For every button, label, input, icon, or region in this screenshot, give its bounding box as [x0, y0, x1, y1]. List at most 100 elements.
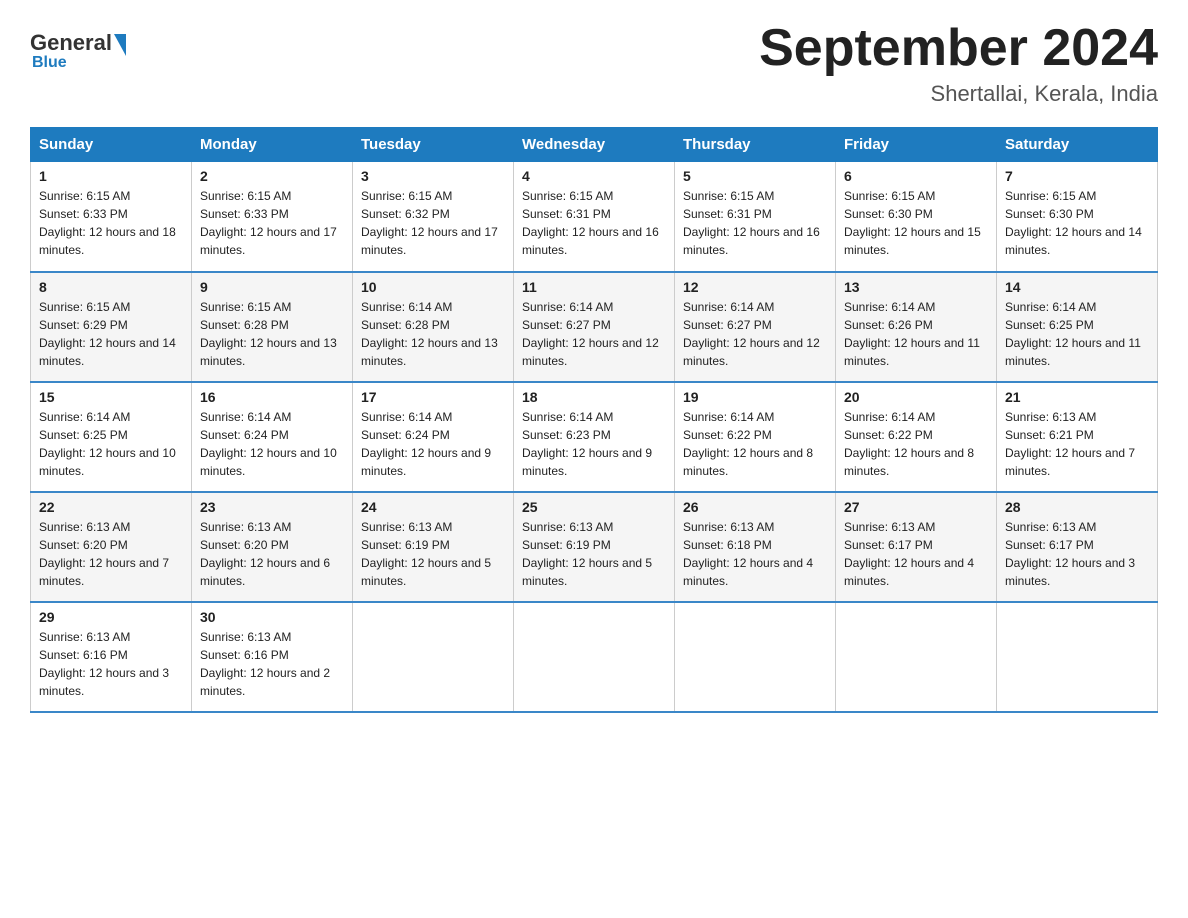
- calendar-cell: 20 Sunrise: 6:14 AMSunset: 6:22 PMDayligh…: [836, 382, 997, 492]
- day-info: Sunrise: 6:13 AMSunset: 6:19 PMDaylight:…: [522, 518, 666, 590]
- calendar-cell: 24 Sunrise: 6:13 AMSunset: 6:19 PMDayligh…: [353, 492, 514, 602]
- calendar-cell: 5Sunrise: 6:15 AMSunset: 6:31 PMDaylight…: [675, 162, 836, 272]
- day-number: 19: [683, 389, 827, 405]
- weekday-header-tuesday: Tuesday: [353, 128, 514, 162]
- day-number: 28: [1005, 499, 1149, 515]
- day-number: 9: [200, 279, 344, 295]
- day-number: 24: [361, 499, 505, 515]
- day-info: Sunrise: 6:14 AMSunset: 6:25 PMDaylight:…: [1005, 298, 1149, 370]
- calendar-cell: 12Sunrise: 6:14 AMSunset: 6:27 PMDayligh…: [675, 272, 836, 382]
- calendar-cell: [675, 602, 836, 712]
- day-info: Sunrise: 6:13 AMSunset: 6:16 PMDaylight:…: [200, 628, 344, 700]
- day-info: Sunrise: 6:14 AMSunset: 6:23 PMDaylight:…: [522, 408, 666, 480]
- weekday-header-sunday: Sunday: [31, 128, 192, 162]
- logo: General Blue: [30, 30, 128, 72]
- day-number: 7: [1005, 168, 1149, 184]
- day-info: Sunrise: 6:15 AMSunset: 6:30 PMDaylight:…: [844, 187, 988, 259]
- weekday-header-friday: Friday: [836, 128, 997, 162]
- calendar-cell: 21 Sunrise: 6:13 AMSunset: 6:21 PMDayligh…: [997, 382, 1158, 492]
- day-info: Sunrise: 6:15 AMSunset: 6:31 PMDaylight:…: [522, 187, 666, 259]
- day-number: 16: [200, 389, 344, 405]
- day-number: 11: [522, 279, 666, 295]
- calendar-cell: 9 Sunrise: 6:15 AMSunset: 6:28 PMDaylight…: [192, 272, 353, 382]
- calendar-cell: 4 Sunrise: 6:15 AMSunset: 6:31 PMDaylight…: [514, 162, 675, 272]
- calendar-cell: 2 Sunrise: 6:15 AMSunset: 6:33 PMDaylight…: [192, 162, 353, 272]
- day-info: Sunrise: 6:14 AMSunset: 6:25 PMDaylight:…: [39, 408, 183, 480]
- weekday-header-monday: Monday: [192, 128, 353, 162]
- calendar-cell: 10 Sunrise: 6:14 AMSunset: 6:28 PMDayligh…: [353, 272, 514, 382]
- calendar-cell: 28 Sunrise: 6:13 AMSunset: 6:17 PMDayligh…: [997, 492, 1158, 602]
- calendar-cell: 11 Sunrise: 6:14 AMSunset: 6:27 PMDayligh…: [514, 272, 675, 382]
- day-number: 4: [522, 168, 666, 184]
- day-info: Sunrise: 6:13 AMSunset: 6:18 PMDaylight:…: [683, 518, 827, 590]
- day-info: Sunrise: 6:14 AMSunset: 6:22 PMDaylight:…: [844, 408, 988, 480]
- calendar-cell: 8Sunrise: 6:15 AMSunset: 6:29 PMDaylight…: [31, 272, 192, 382]
- day-number: 14: [1005, 279, 1149, 295]
- day-number: 10: [361, 279, 505, 295]
- weekday-header-wednesday: Wednesday: [514, 128, 675, 162]
- day-number: 13: [844, 279, 988, 295]
- calendar-cell: [836, 602, 997, 712]
- logo-blue-text: Blue: [32, 54, 67, 72]
- calendar-cell: 23Sunrise: 6:13 AMSunset: 6:20 PMDayligh…: [192, 492, 353, 602]
- calendar-cell: 26 Sunrise: 6:13 AMSunset: 6:18 PMDayligh…: [675, 492, 836, 602]
- day-number: 29: [39, 609, 183, 625]
- day-number: 30: [200, 609, 344, 625]
- day-number: 26: [683, 499, 827, 515]
- calendar-cell: 7 Sunrise: 6:15 AMSunset: 6:30 PMDaylight…: [997, 162, 1158, 272]
- day-info: Sunrise: 6:13 AMSunset: 6:20 PMDaylight:…: [200, 518, 344, 590]
- day-info: Sunrise: 6:15 AMSunset: 6:30 PMDaylight:…: [1005, 187, 1149, 259]
- calendar-cell: 16 Sunrise: 6:14 AMSunset: 6:24 PMDayligh…: [192, 382, 353, 492]
- location-title: Shertallai, Kerala, India: [759, 81, 1158, 107]
- calendar-week-row: 15Sunrise: 6:14 AMSunset: 6:25 PMDayligh…: [31, 382, 1158, 492]
- day-info: Sunrise: 6:14 AMSunset: 6:22 PMDaylight:…: [683, 408, 827, 480]
- calendar-week-row: 29 Sunrise: 6:13 AMSunset: 6:16 PMDayligh…: [31, 602, 1158, 712]
- day-number: 2: [200, 168, 344, 184]
- day-number: 8: [39, 279, 183, 295]
- day-number: 17: [361, 389, 505, 405]
- calendar-cell: 27 Sunrise: 6:13 AMSunset: 6:17 PMDayligh…: [836, 492, 997, 602]
- day-info: Sunrise: 6:14 AMSunset: 6:24 PMDaylight:…: [200, 408, 344, 480]
- calendar-cell: 25 Sunrise: 6:13 AMSunset: 6:19 PMDayligh…: [514, 492, 675, 602]
- title-area: September 2024 Shertallai, Kerala, India: [759, 20, 1158, 107]
- header: General Blue September 2024 Shertallai, …: [30, 20, 1158, 107]
- day-info: Sunrise: 6:14 AMSunset: 6:24 PMDaylight:…: [361, 408, 505, 480]
- day-info: Sunrise: 6:14 AMSunset: 6:27 PMDaylight:…: [683, 298, 827, 370]
- day-number: 3: [361, 168, 505, 184]
- calendar-cell: 22Sunrise: 6:13 AMSunset: 6:20 PMDayligh…: [31, 492, 192, 602]
- logo-general-text: General: [30, 30, 112, 56]
- calendar-cell: 30 Sunrise: 6:13 AMSunset: 6:16 PMDayligh…: [192, 602, 353, 712]
- day-number: 1: [39, 168, 183, 184]
- day-info: Sunrise: 6:13 AMSunset: 6:16 PMDaylight:…: [39, 628, 183, 700]
- day-info: Sunrise: 6:14 AMSunset: 6:26 PMDaylight:…: [844, 298, 988, 370]
- day-info: Sunrise: 6:13 AMSunset: 6:17 PMDaylight:…: [1005, 518, 1149, 590]
- calendar-cell: 18 Sunrise: 6:14 AMSunset: 6:23 PMDayligh…: [514, 382, 675, 492]
- day-info: Sunrise: 6:14 AMSunset: 6:28 PMDaylight:…: [361, 298, 505, 370]
- day-info: Sunrise: 6:13 AMSunset: 6:21 PMDaylight:…: [1005, 408, 1149, 480]
- day-number: 5: [683, 168, 827, 184]
- weekday-header-row: SundayMondayTuesdayWednesdayThursdayFrid…: [31, 128, 1158, 162]
- day-info: Sunrise: 6:13 AMSunset: 6:19 PMDaylight:…: [361, 518, 505, 590]
- day-info: Sunrise: 6:15 AMSunset: 6:33 PMDaylight:…: [39, 187, 183, 259]
- calendar-cell: 13 Sunrise: 6:14 AMSunset: 6:26 PMDayligh…: [836, 272, 997, 382]
- calendar-cell: 15Sunrise: 6:14 AMSunset: 6:25 PMDayligh…: [31, 382, 192, 492]
- calendar-cell: [514, 602, 675, 712]
- day-info: Sunrise: 6:13 AMSunset: 6:20 PMDaylight:…: [39, 518, 183, 590]
- calendar-cell: [997, 602, 1158, 712]
- calendar-cell: 6Sunrise: 6:15 AMSunset: 6:30 PMDaylight…: [836, 162, 997, 272]
- day-info: Sunrise: 6:13 AMSunset: 6:17 PMDaylight:…: [844, 518, 988, 590]
- day-info: Sunrise: 6:14 AMSunset: 6:27 PMDaylight:…: [522, 298, 666, 370]
- calendar-cell: 29 Sunrise: 6:13 AMSunset: 6:16 PMDayligh…: [31, 602, 192, 712]
- month-title: September 2024: [759, 20, 1158, 77]
- weekday-header-saturday: Saturday: [997, 128, 1158, 162]
- day-info: Sunrise: 6:15 AMSunset: 6:33 PMDaylight:…: [200, 187, 344, 259]
- day-number: 18: [522, 389, 666, 405]
- day-number: 27: [844, 499, 988, 515]
- calendar-cell: [353, 602, 514, 712]
- calendar-cell: 14 Sunrise: 6:14 AMSunset: 6:25 PMDayligh…: [997, 272, 1158, 382]
- day-info: Sunrise: 6:15 AMSunset: 6:32 PMDaylight:…: [361, 187, 505, 259]
- day-info: Sunrise: 6:15 AMSunset: 6:28 PMDaylight:…: [200, 298, 344, 370]
- day-number: 25: [522, 499, 666, 515]
- day-number: 20: [844, 389, 988, 405]
- day-number: 21: [1005, 389, 1149, 405]
